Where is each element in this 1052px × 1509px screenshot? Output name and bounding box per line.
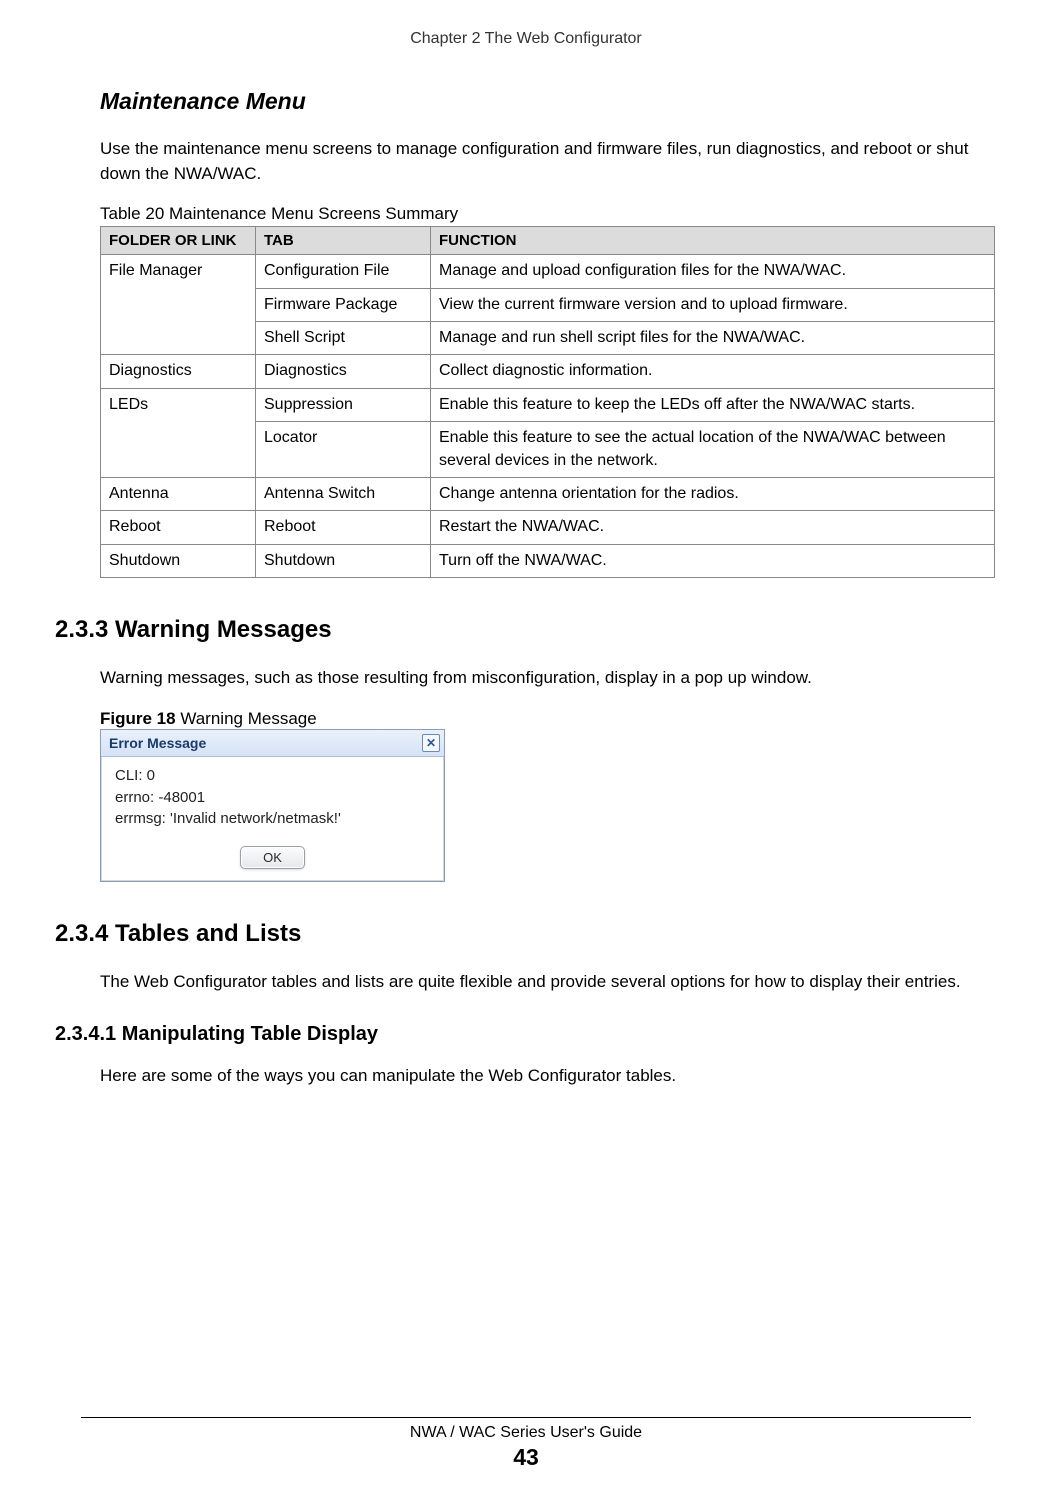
cell-tab: Configuration File — [256, 255, 431, 288]
figure-label: Figure 18 — [100, 709, 176, 728]
table-row: LEDs Suppression Enable this feature to … — [101, 388, 995, 421]
footer-rule — [81, 1417, 971, 1418]
table-row: File Manager Configuration File Manage a… — [101, 255, 995, 288]
figure-caption: Figure 18 Warning Message — [100, 709, 997, 729]
th-tab: TAB — [256, 227, 431, 255]
dialog-line: CLI: 0 — [115, 765, 432, 787]
dialog-line: errno: -48001 — [115, 787, 432, 809]
cell-func: View the current firmware version and to… — [431, 288, 995, 321]
close-icon: ✕ — [422, 734, 440, 752]
heading-2-3-3: 2.3.3 Warning Messages — [55, 616, 997, 644]
th-function: FUNCTION — [431, 227, 995, 255]
heading-text: Tables and Lists — [115, 920, 301, 947]
page-number: 43 — [0, 1444, 1052, 1471]
heading-text: Warning Messages — [115, 616, 332, 643]
heading-2-3-4: 2.3.4 Tables and Lists — [55, 920, 997, 948]
cell-tab: Locator — [256, 422, 431, 478]
cell-tab: Firmware Package — [256, 288, 431, 321]
error-dialog-figure: Error Message ✕ CLI: 0 errno: -48001 err… — [100, 729, 445, 882]
cell-tab: Suppression — [256, 388, 431, 421]
maintenance-menu-table: FOLDER OR LINK TAB FUNCTION File Manager… — [100, 226, 995, 578]
cell-func: Collect diagnostic information. — [431, 355, 995, 388]
ok-button: OK — [240, 846, 305, 869]
heading-2-3-4-1: 2.3.4.1 Manipulating Table Display — [55, 1023, 997, 1046]
tables-body: The Web Configurator tables and lists ar… — [100, 970, 997, 995]
maintenance-intro: Use the maintenance menu screens to mana… — [100, 137, 997, 186]
cell-func: Change antenna orientation for the radio… — [431, 478, 995, 511]
heading-number: 2.3.4.1 — [55, 1023, 122, 1045]
dialog-title: Error Message — [109, 735, 206, 751]
table-row: Shutdown Shutdown Turn off the NWA/WAC. — [101, 544, 995, 577]
footer-title: NWA / WAC Series User's Guide — [0, 1424, 1052, 1442]
table-row: Reboot Reboot Restart the NWA/WAC. — [101, 511, 995, 544]
cell-tab: Shell Script — [256, 322, 431, 355]
cell-func: Manage and upload configuration files fo… — [431, 255, 995, 288]
cell-folder: Shutdown — [101, 544, 256, 577]
cell-tab: Diagnostics — [256, 355, 431, 388]
figure-title: Warning Message — [176, 709, 317, 728]
dialog-titlebar: Error Message ✕ — [101, 730, 444, 757]
cell-func: Enable this feature to see the actual lo… — [431, 422, 995, 478]
dialog-content: CLI: 0 errno: -48001 errmsg: 'Invalid ne… — [101, 757, 444, 842]
chapter-header: Chapter 2 The Web Configurator — [55, 30, 997, 48]
heading-number: 2.3.3 — [55, 616, 115, 643]
table-row: Antenna Antenna Switch Change antenna or… — [101, 478, 995, 511]
cell-func: Manage and run shell script files for th… — [431, 322, 995, 355]
heading-number: 2.3.4 — [55, 920, 115, 947]
heading-text: Manipulating Table Display — [122, 1023, 378, 1045]
cell-tab: Shutdown — [256, 544, 431, 577]
cell-tab: Antenna Switch — [256, 478, 431, 511]
cell-folder: LEDs — [101, 388, 256, 477]
page-footer: NWA / WAC Series User's Guide 43 — [0, 1417, 1052, 1471]
cell-tab: Reboot — [256, 511, 431, 544]
th-folder: FOLDER OR LINK — [101, 227, 256, 255]
cell-folder: Antenna — [101, 478, 256, 511]
cell-folder: Diagnostics — [101, 355, 256, 388]
section-title-maintenance: Maintenance Menu — [100, 88, 997, 115]
dialog-line: errmsg: 'Invalid network/netmask!' — [115, 808, 432, 830]
cell-func: Restart the NWA/WAC. — [431, 511, 995, 544]
table-row: Diagnostics Diagnostics Collect diagnost… — [101, 355, 995, 388]
cell-folder: Reboot — [101, 511, 256, 544]
cell-func: Turn off the NWA/WAC. — [431, 544, 995, 577]
table-caption: Table 20 Maintenance Menu Screens Summar… — [100, 204, 997, 224]
cell-folder: File Manager — [101, 255, 256, 355]
warning-body: Warning messages, such as those resultin… — [100, 666, 997, 691]
manipulating-body: Here are some of the ways you can manipu… — [100, 1064, 997, 1089]
dialog-button-row: OK — [101, 842, 444, 881]
cell-func: Enable this feature to keep the LEDs off… — [431, 388, 995, 421]
